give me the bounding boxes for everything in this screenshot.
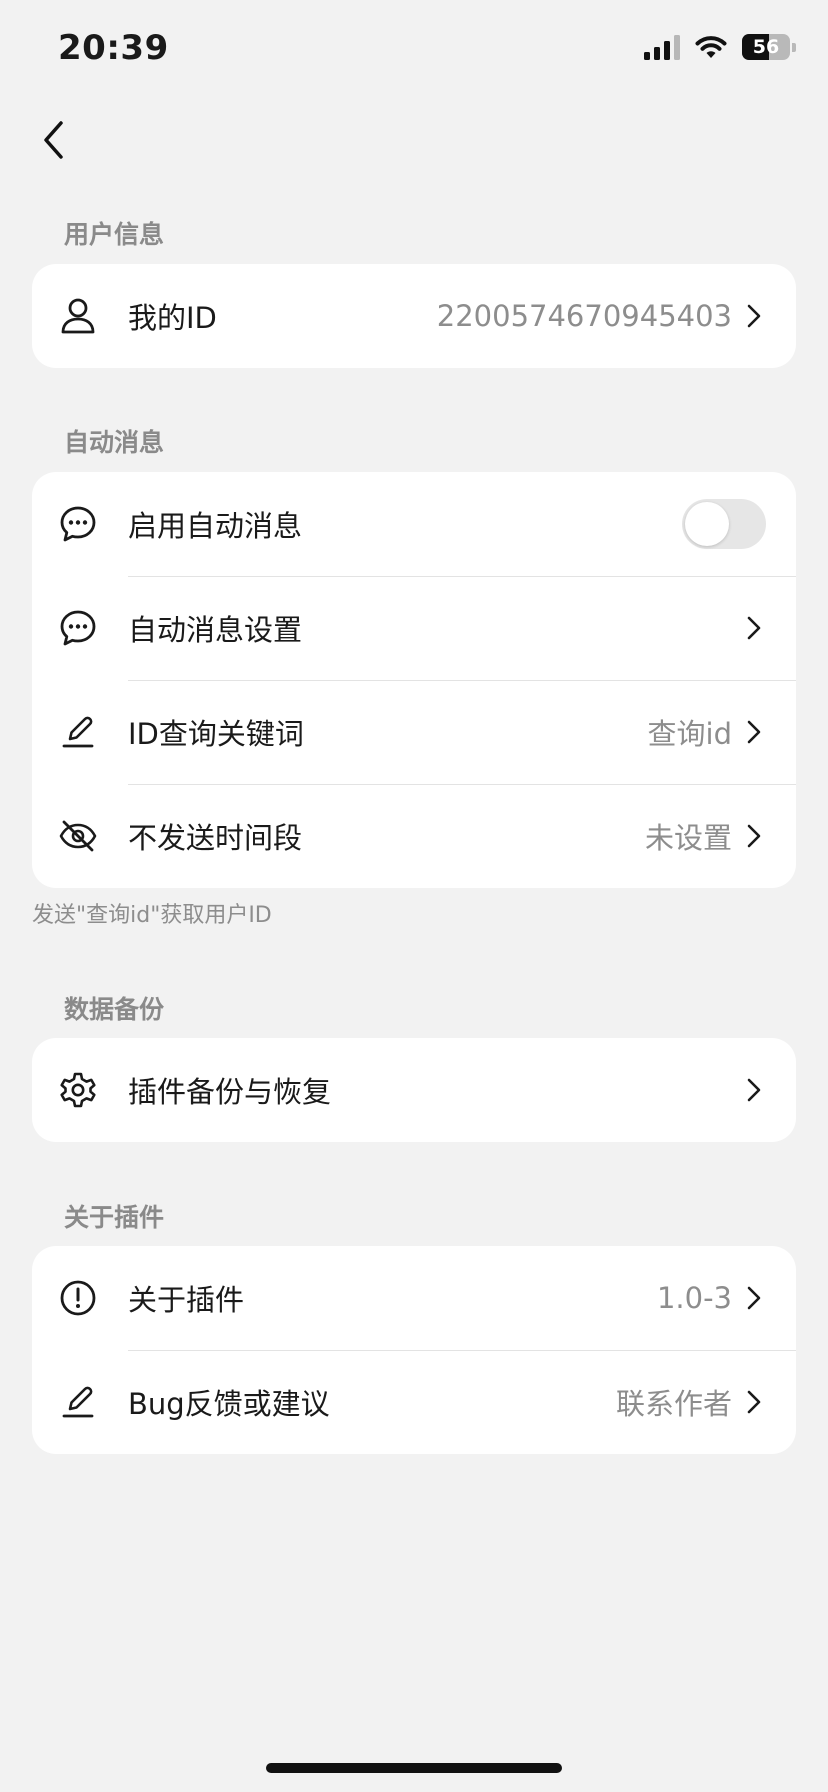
row-backup-restore[interactable]: 插件备份与恢复 — [32, 1038, 796, 1142]
row-label-auto-message-settings: 自动消息设置 — [128, 613, 303, 647]
user-icon — [58, 296, 98, 336]
row-value-quiet-hours: 未设置 — [644, 821, 732, 855]
section-title-about: 关于插件 — [64, 1203, 165, 1232]
row-feedback[interactable]: Bug反馈或建议 联系作者 — [32, 1350, 796, 1454]
row-label-feedback: Bug反馈或建议 — [128, 1387, 330, 1421]
status-time: 20:39 — [58, 28, 169, 68]
row-value-id-query-keyword: 查询id — [647, 717, 732, 751]
row-my-id[interactable]: 我的ID 2200574670945403 — [32, 264, 796, 368]
status-bar: 20:39 56 — [0, 0, 828, 100]
card-auto-message: 启用自动消息 自动消息设置 ID查询关键词 查询id 不发送时间段 未设置 — [32, 472, 796, 888]
toggle-knob — [685, 502, 729, 546]
chevron-right-icon — [742, 720, 766, 744]
settings-screen: 20:39 56 用户信息 我的ID 2200574670945403 自动消息… — [0, 0, 828, 1792]
enable-auto-message-toggle[interactable] — [682, 499, 766, 549]
status-icons: 56 — [644, 34, 796, 60]
row-id-query-keyword[interactable]: ID查询关键词 查询id — [32, 680, 796, 784]
auto-message-footnote: 发送"查询id"获取用户ID — [32, 903, 272, 928]
row-label-enable-auto-message: 启用自动消息 — [128, 509, 303, 543]
home-indicator[interactable] — [266, 1763, 562, 1773]
row-value-my-id: 2200574670945403 — [436, 299, 732, 333]
card-about: 关于插件 1.0-3 Bug反馈或建议 联系作者 — [32, 1246, 796, 1454]
wifi-icon — [695, 36, 727, 58]
card-user-info: 我的ID 2200574670945403 — [32, 264, 796, 368]
row-value-feedback: 联系作者 — [615, 1387, 732, 1421]
section-title-backup: 数据备份 — [64, 995, 165, 1024]
section-title-user-info: 用户信息 — [64, 220, 165, 249]
gear-icon — [58, 1070, 98, 1110]
row-auto-message-settings[interactable]: 自动消息设置 — [32, 576, 796, 680]
row-value-about-plugin: 1.0-3 — [656, 1281, 732, 1315]
row-label-backup-restore: 插件备份与恢复 — [128, 1075, 332, 1109]
row-quiet-hours[interactable]: 不发送时间段 未设置 — [32, 784, 796, 888]
chevron-right-icon — [742, 1286, 766, 1310]
back-button[interactable] — [26, 112, 82, 168]
row-about-plugin[interactable]: 关于插件 1.0-3 — [32, 1246, 796, 1350]
chevron-right-icon — [742, 304, 766, 328]
row-label-id-query-keyword: ID查询关键词 — [128, 717, 304, 751]
pencil-icon — [58, 1382, 98, 1422]
chevron-right-icon — [742, 616, 766, 640]
battery-nub — [792, 42, 796, 52]
card-backup: 插件备份与恢复 — [32, 1038, 796, 1142]
row-enable-auto-message: 启用自动消息 — [32, 472, 796, 576]
battery-level: 56 — [752, 36, 780, 58]
chevron-left-icon — [44, 121, 63, 159]
signal-icon — [644, 34, 680, 60]
battery-icon: 56 — [742, 34, 790, 60]
chevron-right-icon — [742, 1390, 766, 1414]
chevron-right-icon — [742, 824, 766, 848]
pencil-icon — [58, 712, 98, 752]
info-circle-icon — [58, 1278, 98, 1318]
row-label-about-plugin: 关于插件 — [128, 1283, 245, 1317]
chat-bubble-icon — [58, 504, 98, 544]
eye-off-icon — [58, 816, 98, 856]
row-label-my-id: 我的ID — [128, 301, 217, 335]
row-label-quiet-hours: 不发送时间段 — [128, 821, 303, 855]
chat-bubble-icon — [58, 608, 98, 648]
section-title-auto-message: 自动消息 — [64, 428, 165, 457]
chevron-right-icon — [742, 1078, 766, 1102]
